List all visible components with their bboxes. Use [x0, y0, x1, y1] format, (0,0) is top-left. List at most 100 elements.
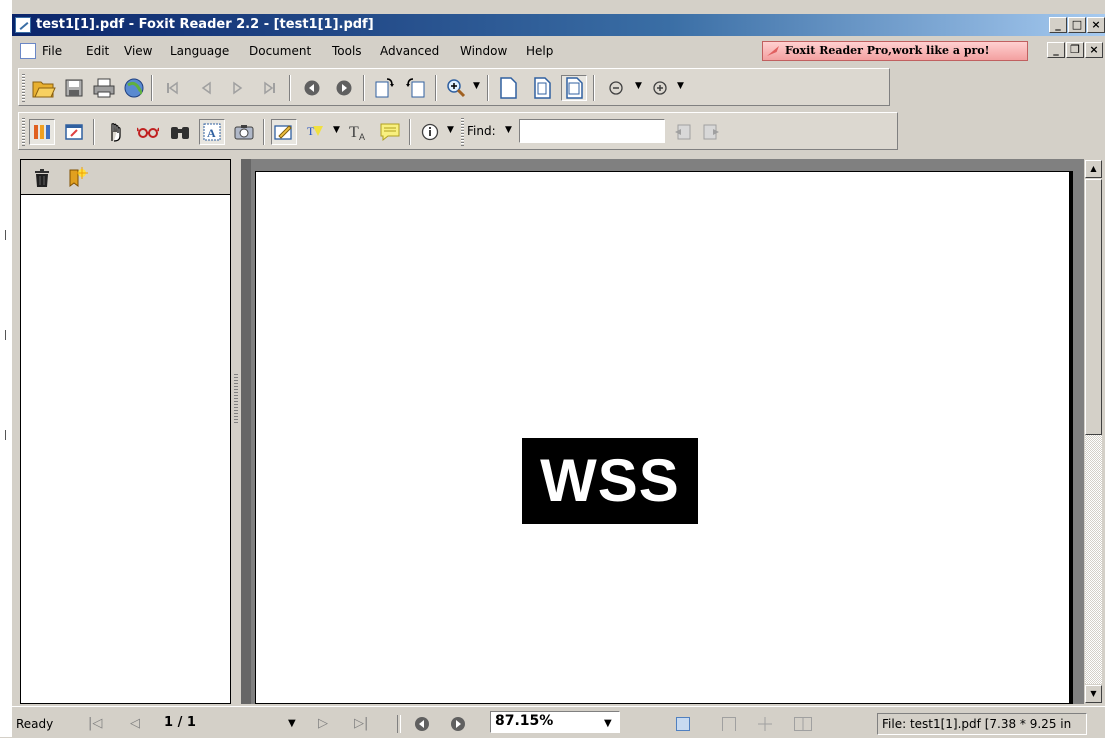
maximize-button[interactable]: □	[1068, 17, 1086, 33]
menu-help[interactable]: Help	[526, 44, 553, 58]
status-back-icon[interactable]	[414, 716, 430, 735]
go-forward-icon[interactable]	[331, 75, 357, 101]
info-icon[interactable]	[417, 119, 443, 145]
document-viewer[interactable]: WSS	[241, 159, 1084, 704]
toolbar-grip[interactable]	[22, 74, 25, 102]
toolbar-grip[interactable]	[461, 118, 464, 146]
document-text: WSS	[522, 438, 698, 524]
minimize-button[interactable]: _	[1049, 17, 1067, 33]
status-last-page-icon[interactable]: ▷|	[354, 716, 368, 731]
menu-window[interactable]: Window	[460, 44, 507, 58]
find-next-icon[interactable]	[699, 119, 725, 145]
menu-edit[interactable]: Edit	[86, 44, 109, 58]
menu-view[interactable]: View	[124, 44, 152, 58]
menu-document[interactable]: Document	[249, 44, 311, 58]
bookmarks-tree[interactable]	[21, 195, 230, 703]
typewriter-icon[interactable]	[271, 119, 297, 145]
tools-toolbar: A T ▼ TA ▼ Find: ▼	[12, 110, 1105, 150]
delete-bookmark-icon[interactable]	[33, 168, 51, 191]
status-next-page-icon[interactable]: ▷	[318, 716, 328, 731]
status-ready-text: Ready	[16, 717, 54, 731]
scroll-thumb[interactable]	[1085, 179, 1102, 435]
facing-continuous-layout-icon[interactable]	[758, 717, 772, 731]
fullscreen-icon[interactable]	[61, 119, 87, 145]
svg-text:T: T	[349, 124, 359, 141]
pdf-page[interactable]: WSS	[255, 171, 1073, 704]
zoom-tool-dropdown-arrow[interactable]: ▼	[473, 81, 480, 91]
find-binoculars-icon[interactable]	[167, 119, 193, 145]
find-label: Find:	[467, 124, 496, 138]
zoom-in-dropdown-arrow[interactable]: ▼	[677, 81, 684, 91]
highlight-icon[interactable]: T	[303, 119, 329, 145]
window-controls: _ □ ×	[1049, 17, 1105, 33]
next-page-icon[interactable]	[225, 75, 251, 101]
zoom-in-icon[interactable]	[647, 75, 673, 101]
toolbar-separator	[151, 75, 153, 101]
snapshot-icon[interactable]	[231, 119, 257, 145]
previous-page-icon[interactable]	[193, 75, 219, 101]
doc-restore-button[interactable]: ❐	[1066, 42, 1084, 58]
fit-width-icon[interactable]	[561, 75, 587, 101]
last-page-icon[interactable]	[257, 75, 283, 101]
facing-layout-icon[interactable]	[794, 717, 812, 731]
find-input[interactable]	[519, 119, 665, 143]
hand-tool-icon[interactable]	[103, 119, 129, 145]
status-forward-icon[interactable]	[450, 716, 466, 735]
title-bar[interactable]: test1[1].pdf - Foxit Reader 2.2 - [test1…	[12, 14, 1105, 36]
foxit-app-icon[interactable]	[15, 17, 31, 33]
doc-close-button[interactable]: ×	[1085, 42, 1103, 58]
scroll-down-button[interactable]: ▼	[1085, 685, 1102, 703]
file-info-text: File: test1[1].pdf [7.38 * 9.25 in	[877, 713, 1087, 735]
reading-glasses-icon[interactable]	[135, 119, 161, 145]
email-icon[interactable]	[121, 75, 147, 101]
toolbar-separator	[409, 119, 411, 145]
toolbar-separator	[93, 119, 95, 145]
zoom-out-dropdown-arrow[interactable]: ▼	[635, 81, 642, 91]
zoom-out-icon[interactable]	[603, 75, 629, 101]
zoom-dropdown-arrow[interactable]: ▼	[604, 718, 612, 729]
panel-splitter[interactable]	[233, 159, 239, 704]
bookmarks-panel-icon[interactable]	[29, 119, 55, 145]
status-previous-page-icon[interactable]: ◁	[130, 716, 140, 731]
document-system-icon[interactable]	[20, 43, 36, 59]
highlight-dropdown-arrow[interactable]: ▼	[333, 125, 340, 135]
go-back-icon[interactable]	[299, 75, 325, 101]
svg-text:A: A	[207, 126, 216, 140]
document-window-controls: _ ❐ ×	[1047, 42, 1103, 58]
menu-advanced[interactable]: Advanced	[380, 44, 439, 58]
pro-banner-text: Foxit Reader Pro,work like a pro!	[785, 44, 990, 57]
page-dropdown-arrow[interactable]: ▼	[288, 718, 296, 729]
find-options-dropdown-arrow[interactable]: ▼	[505, 125, 512, 135]
select-text-icon[interactable]: A	[199, 119, 225, 145]
single-page-layout-icon[interactable]	[676, 717, 690, 731]
scroll-up-button[interactable]: ▲	[1085, 160, 1102, 178]
zoom-level-field[interactable]: 87.15%	[490, 711, 620, 733]
print-icon[interactable]	[91, 75, 117, 101]
note-icon[interactable]	[377, 119, 403, 145]
rotate-clockwise-icon[interactable]	[371, 75, 397, 101]
open-icon[interactable]	[31, 75, 57, 101]
splitter-grip[interactable]	[234, 374, 238, 424]
fit-page-icon[interactable]	[529, 75, 555, 101]
new-bookmark-icon[interactable]	[67, 166, 89, 191]
first-page-icon[interactable]	[159, 75, 185, 101]
toolbar-grip[interactable]	[22, 118, 25, 146]
pro-upgrade-banner[interactable]: Foxit Reader Pro,work like a pro!	[762, 41, 1028, 61]
doc-minimize-button[interactable]: _	[1047, 42, 1065, 58]
zoom-in-tool-icon[interactable]	[443, 75, 469, 101]
save-icon[interactable]	[61, 75, 87, 101]
find-previous-icon[interactable]	[669, 119, 695, 145]
toolbar-separator	[363, 75, 365, 101]
actual-size-icon[interactable]	[495, 75, 521, 101]
close-button[interactable]: ×	[1087, 17, 1105, 33]
continuous-layout-icon[interactable]	[722, 717, 736, 731]
menu-file[interactable]: File	[42, 44, 62, 58]
status-first-page-icon[interactable]: |◁	[88, 716, 102, 731]
rotate-counterclockwise-icon[interactable]	[403, 75, 429, 101]
vertical-scrollbar[interactable]: ▲ ▼	[1084, 159, 1104, 704]
info-dropdown-arrow[interactable]: ▼	[447, 125, 454, 135]
toolbar-separator	[289, 75, 291, 101]
text-tool-icon[interactable]: TA	[345, 119, 371, 145]
menu-language[interactable]: Language	[170, 44, 229, 58]
menu-tools[interactable]: Tools	[332, 44, 362, 58]
